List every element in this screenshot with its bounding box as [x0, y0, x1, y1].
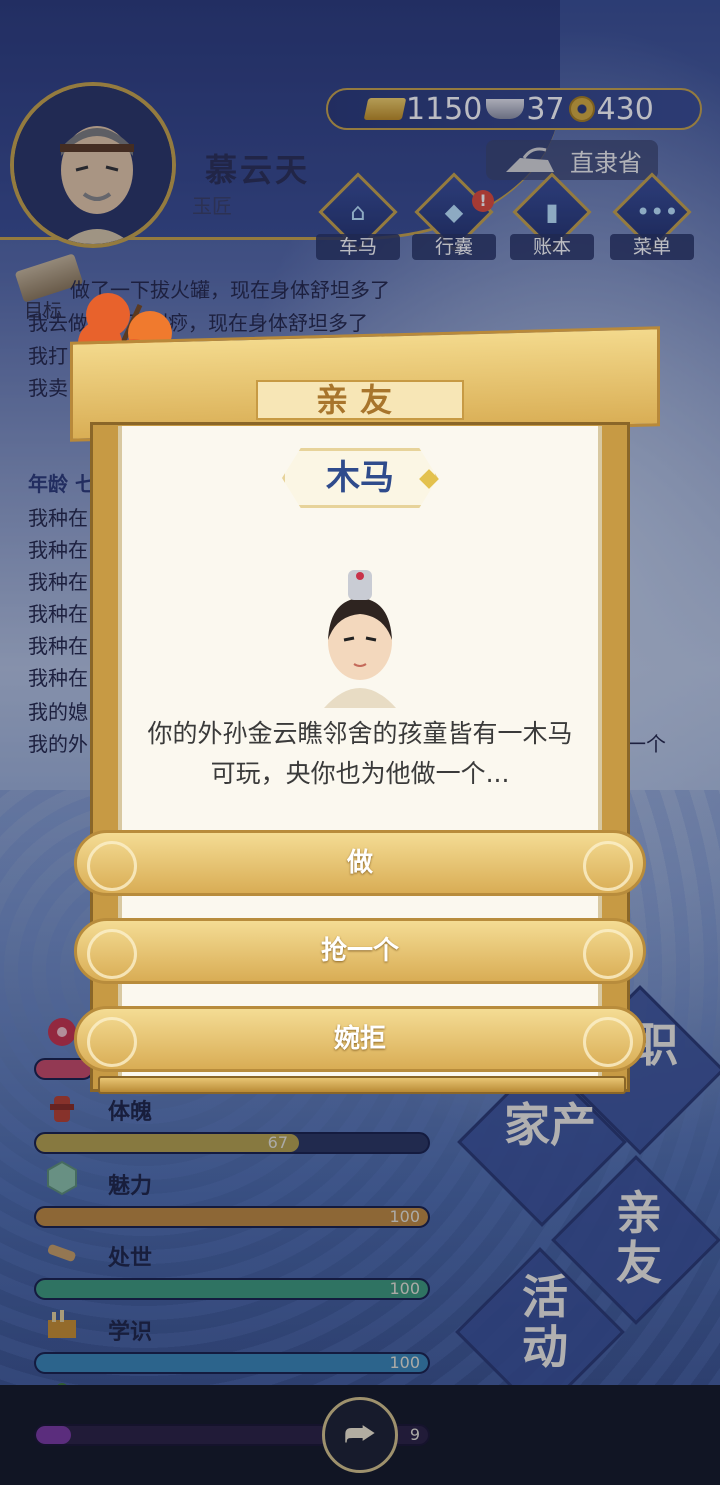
event-title: 木马	[282, 448, 438, 508]
npc-portrait	[324, 570, 396, 708]
scroll-rod	[98, 1076, 626, 1094]
choice-decline-button[interactable]: 婉拒	[74, 1006, 646, 1072]
choice-grab-button[interactable]: 抢一个	[74, 918, 646, 984]
choice-make-button[interactable]: 做	[74, 830, 646, 896]
event-description: 你的外孙金云瞧邻舍的孩童皆有一木马可玩，央你也为他做一个...	[147, 719, 573, 788]
event-dialog: 亲友 木马 你的外孙金云瞧邻舍的孩童皆有一木马可玩，央你也为他做一个... 做 …	[60, 326, 666, 1100]
dialog-title: 亲友	[256, 380, 464, 420]
